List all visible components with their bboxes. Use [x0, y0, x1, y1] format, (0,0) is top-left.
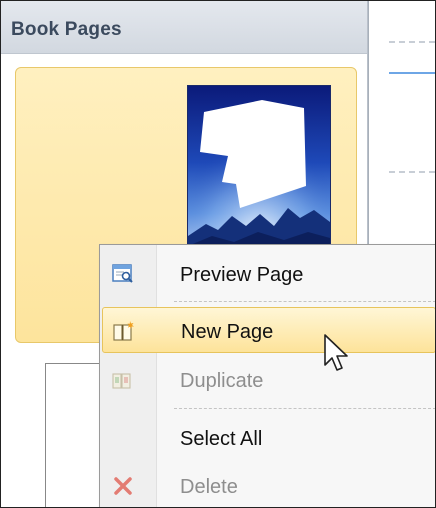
menu-item-label: Duplicate: [180, 370, 264, 392]
menu-item-label: Delete: [180, 476, 238, 498]
menu-item-new-page[interactable]: New Page: [102, 307, 435, 353]
panel-header: Book Pages: [1, 1, 367, 54]
panel-title: Book Pages: [11, 19, 122, 40]
guide-line: [389, 171, 435, 173]
menu-item-label: Select All: [180, 428, 263, 450]
menu-item-duplicate[interactable]: Duplicate: [102, 357, 435, 403]
page-thumbnail-image: [187, 85, 331, 257]
menu-item-select-all[interactable]: Select All: [102, 415, 435, 461]
selection-guide-line: [389, 72, 435, 74]
new-page-icon: [113, 320, 135, 342]
mountain-scene-image: [188, 86, 330, 256]
guide-line: [389, 41, 435, 43]
delete-icon: [112, 475, 134, 497]
menu-separator: [174, 301, 435, 302]
menu-item-label: Preview Page: [180, 264, 304, 286]
menu-item-delete[interactable]: Delete: [102, 463, 435, 507]
preview-page-icon: [112, 263, 134, 285]
app-window: Book Pages Preview Page New Page Duplica…: [0, 0, 436, 508]
menu-item-label: New Page: [181, 321, 274, 343]
menu-separator: [174, 408, 435, 409]
duplicate-icon: [112, 369, 134, 391]
context-menu: Preview Page New Page Duplicate Select A…: [99, 244, 435, 507]
menu-item-preview-page[interactable]: Preview Page: [102, 251, 435, 297]
mouse-cursor-icon: [323, 333, 353, 377]
